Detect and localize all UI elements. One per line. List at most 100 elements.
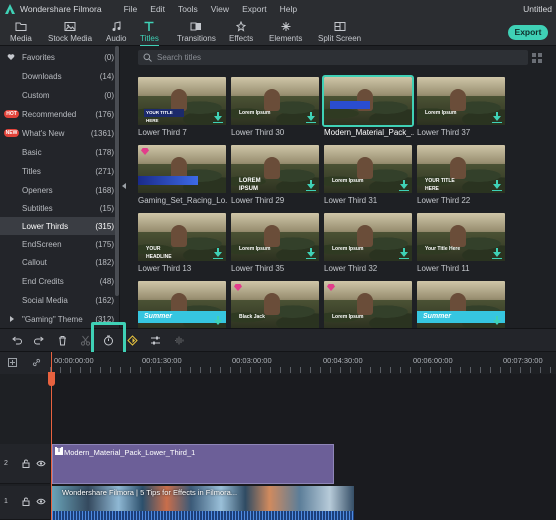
sidebar-item-whats-new[interactable]: NEW What's New (1361) bbox=[0, 124, 119, 142]
ruler-header bbox=[0, 352, 50, 374]
title-thumbnail[interactable]: Summer bbox=[138, 281, 226, 329]
sidebar-item-basic[interactable]: Basic (178) bbox=[0, 143, 119, 161]
menu-view[interactable]: View bbox=[211, 4, 229, 14]
sidebar-item-end-credits[interactable]: End Credits (48) bbox=[0, 272, 119, 290]
undo-icon[interactable] bbox=[11, 335, 22, 346]
title-card[interactable]: Summer bbox=[138, 281, 226, 329]
title-thumbnail[interactable]: Your Title Here bbox=[417, 213, 505, 261]
export-button[interactable]: Export bbox=[508, 25, 548, 40]
search-bar[interactable]: Search titles bbox=[138, 50, 528, 65]
tab-media[interactable]: Media bbox=[10, 21, 32, 43]
download-icon[interactable] bbox=[214, 112, 222, 121]
title-thumbnail[interactable]: Summer bbox=[417, 281, 505, 329]
title-card[interactable]: Lorem Ipsum Lower Third 31 bbox=[324, 145, 412, 205]
sidebar-item-callout[interactable]: Callout (182) bbox=[0, 253, 119, 271]
tab-titles[interactable]: Titles bbox=[140, 21, 159, 47]
color-match-icon[interactable] bbox=[127, 335, 138, 346]
download-icon[interactable] bbox=[307, 180, 315, 189]
download-icon[interactable] bbox=[493, 112, 501, 121]
sidebar-item-recommended[interactable]: HOT Recommended (176) bbox=[0, 105, 119, 123]
title-card-label: Lower Third 13 bbox=[138, 264, 192, 273]
collapse-sidebar-icon[interactable] bbox=[122, 183, 126, 189]
lock-icon[interactable] bbox=[22, 459, 30, 468]
title-thumbnail[interactable]: Lorem Ipsum bbox=[231, 77, 319, 125]
title-card[interactable]: Summer bbox=[417, 281, 505, 329]
sidebar-item-titles[interactable]: Titles (271) bbox=[0, 162, 119, 180]
title-card[interactable]: Your Title Here Lower Third 11 bbox=[417, 213, 505, 273]
eye-icon[interactable] bbox=[36, 498, 46, 505]
title-card[interactable]: YOUR HEADLINE HERE Lower Third 13 bbox=[138, 213, 226, 273]
sidebar-item-lower-thirds[interactable]: Lower Thirds (315) bbox=[0, 217, 119, 235]
sidebar-item-favorites[interactable]: Favorites (0) bbox=[0, 48, 119, 66]
audio-waveform-icon[interactable] bbox=[174, 335, 185, 346]
download-icon[interactable] bbox=[214, 316, 222, 325]
sidebar-item-endscreen[interactable]: EndScreen (175) bbox=[0, 235, 119, 253]
cut-icon[interactable] bbox=[80, 335, 91, 346]
title-card[interactable]: Gaming_Set_Racing_Lo... bbox=[138, 145, 228, 205]
title-thumbnail[interactable]: Lorem Ipsum bbox=[324, 213, 412, 261]
title-thumbnail[interactable]: Lorem Ipsum bbox=[324, 145, 412, 193]
download-icon[interactable] bbox=[493, 316, 501, 325]
grid-view-icon[interactable] bbox=[532, 53, 542, 63]
adjust-icon[interactable] bbox=[150, 335, 161, 346]
sidebar-item-subtitles[interactable]: Subtitles (15) bbox=[0, 199, 119, 217]
menu-help[interactable]: Help bbox=[280, 4, 297, 14]
tab-stock-media[interactable]: Stock Media bbox=[48, 21, 92, 43]
title-thumbnail[interactable]: YOUR TITLE HERE bbox=[417, 145, 505, 193]
title-card[interactable]: Lorem Ipsum Lower Third 30 bbox=[231, 77, 319, 137]
delete-icon[interactable] bbox=[57, 335, 68, 346]
sidebar-scrollbar[interactable] bbox=[115, 46, 119, 296]
sidebar-item-custom[interactable]: Custom (0) bbox=[0, 86, 119, 104]
menu-export[interactable]: Export bbox=[242, 4, 267, 14]
title-thumbnail[interactable] bbox=[322, 75, 414, 127]
title-thumbnail[interactable]: YOUR TITLE HERE bbox=[138, 77, 226, 125]
eye-icon[interactable] bbox=[36, 460, 46, 467]
sidebar-item-downloads[interactable]: Downloads (14) bbox=[0, 67, 119, 85]
search-input[interactable]: Search titles bbox=[157, 53, 201, 62]
lock-icon[interactable] bbox=[22, 497, 30, 506]
download-icon[interactable] bbox=[214, 248, 222, 257]
tab-transitions[interactable]: Transitions bbox=[177, 21, 216, 43]
title-card[interactable]: Lorem Ipsum Lower Third 37 bbox=[417, 77, 505, 137]
tab-elements[interactable]: Elements bbox=[269, 21, 302, 43]
title-card[interactable]: LOREM IPSUM Lower Third 29 bbox=[231, 145, 319, 205]
title-card[interactable]: Black Jack bbox=[231, 281, 319, 329]
redo-icon[interactable] bbox=[34, 335, 45, 346]
title-card[interactable]: Lorem Ipsum Lower Third 32 bbox=[324, 213, 412, 273]
download-icon[interactable] bbox=[400, 248, 408, 257]
download-icon[interactable] bbox=[307, 112, 315, 121]
title-card[interactable]: Lorem Ipsum bbox=[324, 281, 412, 329]
title-thumbnail[interactable] bbox=[138, 145, 226, 193]
download-icon[interactable] bbox=[493, 248, 501, 257]
link-icon[interactable] bbox=[32, 358, 41, 367]
playhead-handle[interactable] bbox=[48, 372, 55, 386]
title-clip[interactable]: T Modern_Material_Pack_Lower_Third_1 bbox=[52, 444, 334, 484]
expand-arrow-icon[interactable] bbox=[10, 316, 14, 322]
title-thumbnail[interactable]: Lorem Ipsum bbox=[417, 77, 505, 125]
title-thumbnail[interactable]: YOUR HEADLINE HERE bbox=[138, 213, 226, 261]
title-card[interactable]: YOUR TITLE HERE Lower Third 7 bbox=[138, 77, 226, 137]
download-icon[interactable] bbox=[307, 248, 315, 257]
download-icon[interactable] bbox=[400, 180, 408, 189]
tab-media-label: Media bbox=[10, 34, 32, 43]
video-clip[interactable]: Wondershare Filmora | 5 Tips for Effects… bbox=[52, 486, 354, 520]
title-card[interactable]: Lorem Ipsum Lower Third 35 bbox=[231, 213, 319, 273]
title-card[interactable]: YOUR TITLE HERE Lower Third 22 bbox=[417, 145, 505, 205]
title-card-selected[interactable]: Modern_Material_Pack_... bbox=[322, 75, 414, 137]
tab-split-screen[interactable]: Split Screen bbox=[318, 21, 361, 43]
title-thumbnail[interactable]: Black Jack bbox=[231, 281, 319, 329]
menu-tools[interactable]: Tools bbox=[178, 4, 198, 14]
timeline-ruler[interactable]: 00:00:00:00 00:01:30:00 00:03:00:00 00:0… bbox=[50, 352, 556, 374]
menu-file[interactable]: File bbox=[124, 4, 138, 14]
title-thumbnail[interactable]: Lorem Ipsum bbox=[231, 213, 319, 261]
tab-effects[interactable]: Effects bbox=[229, 21, 253, 43]
add-track-icon[interactable] bbox=[8, 358, 17, 367]
tab-audio[interactable]: Audio bbox=[106, 21, 126, 43]
sidebar-item-social-media[interactable]: Social Media (162) bbox=[0, 291, 119, 309]
title-thumbnail[interactable]: Lorem Ipsum bbox=[324, 281, 412, 329]
sidebar-item-label: Callout bbox=[22, 257, 47, 267]
download-icon[interactable] bbox=[493, 180, 501, 189]
title-thumbnail[interactable]: LOREM IPSUM bbox=[231, 145, 319, 193]
sidebar-item-openers[interactable]: Openers (168) bbox=[0, 181, 119, 199]
menu-edit[interactable]: Edit bbox=[150, 4, 165, 14]
